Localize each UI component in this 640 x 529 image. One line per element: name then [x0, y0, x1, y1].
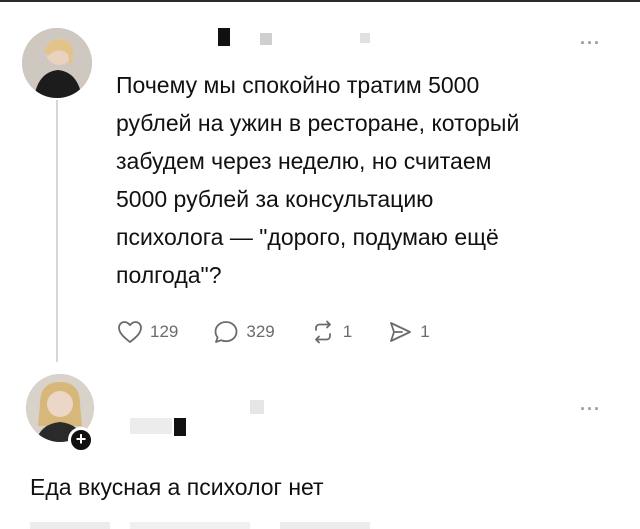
like-count: 129 — [150, 322, 179, 341]
reply-text: Еда вкусная а психолог нет — [30, 474, 324, 500]
share-button[interactable]: 1 — [386, 318, 430, 346]
top-divider — [0, 0, 640, 2]
username-redacted-fragment — [360, 33, 370, 43]
repost-count: 1 — [342, 322, 353, 341]
post-actions: 129 329 1 1 — [116, 318, 464, 346]
username-redacted — [218, 28, 230, 46]
like-button[interactable]: 129 — [116, 318, 178, 346]
repost-button[interactable]: 1 — [309, 318, 352, 346]
comment-bubble-icon — [214, 321, 238, 343]
post-text: Почему мы спокойно тратим 5000 рублей на… — [116, 72, 520, 288]
more-options-icon[interactable]: ··· — [580, 34, 601, 52]
avatar-photo-icon — [22, 28, 92, 98]
reply-username-redacted-fragment — [174, 418, 186, 436]
reply-username-redacted — [130, 418, 172, 434]
cut-off-text-fragment — [30, 522, 370, 529]
thread-line — [56, 100, 58, 362]
share-count: 1 — [420, 322, 430, 341]
follow-plus-icon[interactable]: + — [68, 427, 94, 453]
heart-icon — [118, 321, 142, 343]
repost-icon — [314, 320, 331, 344]
comment-count: 329 — [246, 322, 275, 341]
send-icon — [390, 322, 412, 342]
reply-username-redacted-fragment — [250, 400, 264, 414]
username-redacted-fragment — [260, 33, 272, 45]
comment-button[interactable]: 329 — [212, 318, 275, 346]
author-avatar[interactable] — [22, 28, 92, 98]
reply-more-options-icon[interactable]: ··· — [580, 400, 601, 418]
